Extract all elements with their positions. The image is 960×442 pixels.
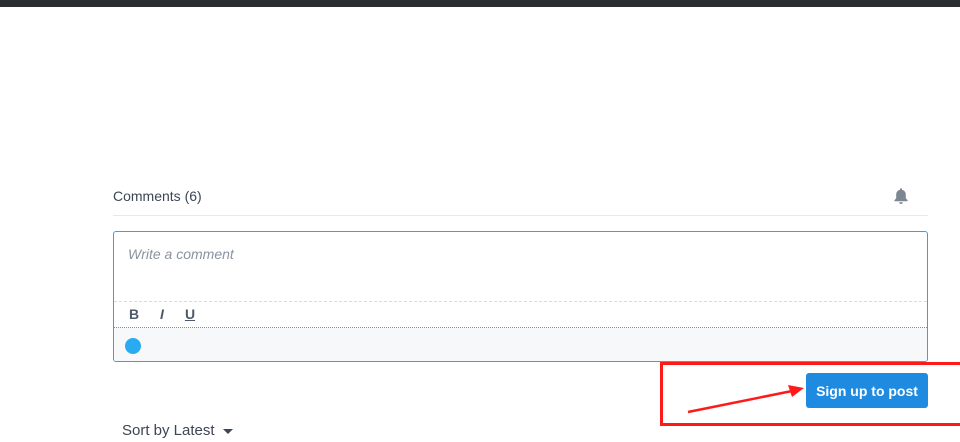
italic-button[interactable]: I bbox=[154, 305, 170, 323]
avatar bbox=[125, 338, 141, 354]
comments-title: Comments (6) bbox=[113, 188, 202, 204]
formatting-toolbar: B I U bbox=[114, 301, 927, 328]
underline-button[interactable]: U bbox=[182, 305, 198, 323]
comment-input[interactable] bbox=[114, 232, 927, 301]
sign-up-to-post-button[interactable]: Sign up to post bbox=[806, 373, 928, 408]
top-bar bbox=[0, 0, 960, 7]
caret-down-icon bbox=[222, 428, 233, 434]
comment-editor: B I U bbox=[113, 231, 928, 362]
editor-footer bbox=[114, 328, 927, 361]
bell-icon[interactable] bbox=[893, 187, 909, 205]
comments-header: Comments (6) bbox=[113, 180, 928, 216]
sort-dropdown[interactable]: Sort by Latest bbox=[122, 422, 233, 442]
sort-label: Sort by Latest bbox=[122, 422, 215, 439]
annotation-arrow-icon bbox=[687, 385, 804, 414]
bold-button[interactable]: B bbox=[126, 305, 142, 323]
